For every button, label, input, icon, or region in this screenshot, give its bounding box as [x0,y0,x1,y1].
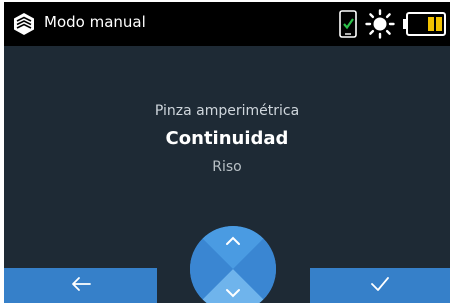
battery-icon [402,12,446,36]
arrow-left-icon [70,276,92,296]
back-button[interactable] [4,268,157,303]
phone-connected-icon [338,10,358,38]
brightness-icon [365,9,395,39]
next-mode-option: Riso [212,159,242,175]
measurement-subtitle: Pinza amperimétrica [154,103,300,119]
check-icon [369,276,391,296]
selected-mode[interactable]: Continuidad [4,127,450,151]
confirm-button[interactable] [310,268,450,303]
navigation-dial [190,226,276,303]
app-logo-icon [12,12,36,36]
screen-title: Modo manual [44,13,146,31]
status-bar: Modo manual [4,2,450,46]
device-screen: Modo manual Pinza amperimétrica Continui… [4,2,450,303]
